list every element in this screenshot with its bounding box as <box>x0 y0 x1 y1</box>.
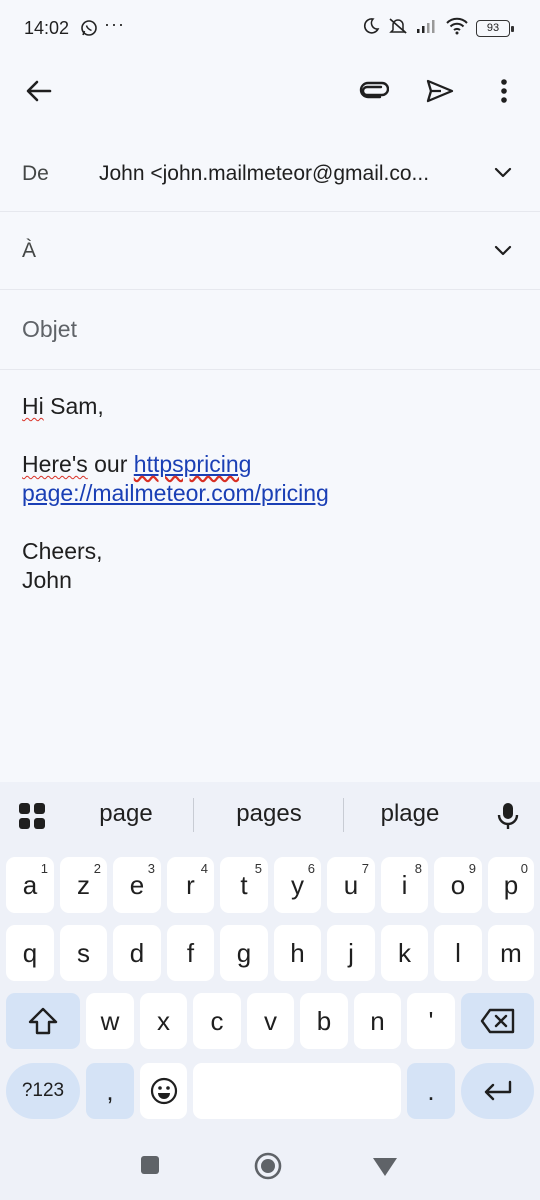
subject-placeholder: Objet <box>22 316 77 342</box>
battery-icon: 93 <box>476 20 514 37</box>
from-value[interactable]: John <john.mailmeteor@gmail.co... <box>99 162 451 186</box>
wifi-icon <box>446 17 468 40</box>
pricing-link[interactable]: httpspricing <box>134 451 252 477</box>
subject-field[interactable]: Objet <box>0 290 540 370</box>
space-key[interactable] <box>193 1063 401 1119</box>
shift-icon <box>28 1007 58 1035</box>
misspelled-word[interactable]: Here's <box>22 451 88 477</box>
send-button[interactable] <box>417 68 463 114</box>
key[interactable]: k <box>381 925 428 981</box>
key[interactable]: c <box>193 993 241 1049</box>
navigation-bar <box>0 1130 540 1200</box>
backspace-icon <box>480 1008 514 1034</box>
comma-key[interactable]: , <box>86 1063 134 1119</box>
send-icon <box>426 79 454 103</box>
suggestion-strip: page pages plage <box>0 782 540 848</box>
emoji-key[interactable] <box>140 1063 187 1119</box>
attach-button[interactable] <box>351 68 397 114</box>
key[interactable]: e3 <box>113 857 161 913</box>
shift-key[interactable] <box>6 993 80 1049</box>
key[interactable]: y6 <box>274 857 321 913</box>
key[interactable]: a1 <box>6 857 54 913</box>
chevron-down-icon[interactable] <box>492 240 514 262</box>
suggestion-item[interactable]: pages <box>214 800 324 828</box>
apps-grid-icon[interactable] <box>18 802 46 835</box>
keyboard: a1 z2 e3 r4 t5 y6 u7 i8 o9 p0 q s d f g … <box>0 848 540 1130</box>
key[interactable]: r4 <box>167 857 214 913</box>
period-key[interactable]: . <box>407 1063 455 1119</box>
more-vert-icon <box>501 79 507 103</box>
body-line-signature: John <box>22 567 72 593</box>
chevron-down-icon[interactable] <box>492 162 514 184</box>
compose-toolbar <box>0 58 540 124</box>
back-arrow-icon <box>26 80 52 102</box>
key[interactable]: w <box>86 993 134 1049</box>
home-icon[interactable] <box>254 1152 282 1185</box>
backspace-key[interactable] <box>461 993 534 1049</box>
signal-icon <box>416 19 438 38</box>
key[interactable]: z2 <box>60 857 107 913</box>
key[interactable]: d <box>113 925 161 981</box>
message-body[interactable]: Hi Sam, Here's our httpspricing page://m… <box>22 392 518 595</box>
key[interactable]: u7 <box>327 857 375 913</box>
key[interactable]: n <box>354 993 401 1049</box>
mic-icon[interactable] <box>496 801 520 836</box>
attach-icon <box>359 81 389 99</box>
misspelled-word[interactable]: Hi <box>22 393 44 419</box>
enter-icon <box>484 1080 511 1101</box>
suggestion-item[interactable]: plage <box>360 800 460 828</box>
moon-icon <box>362 17 380 40</box>
status-overflow: ··· <box>104 14 125 34</box>
mute-icon <box>388 17 408 40</box>
key[interactable]: o9 <box>434 857 482 913</box>
more-options-button[interactable] <box>481 68 527 114</box>
key[interactable]: x <box>140 993 187 1049</box>
suggestion-item[interactable]: page <box>76 800 176 828</box>
key[interactable]: f <box>167 925 214 981</box>
key[interactable]: m <box>488 925 534 981</box>
key[interactable]: t5 <box>220 857 268 913</box>
enter-key[interactable] <box>461 1063 534 1119</box>
emoji-icon <box>150 1077 177 1105</box>
recents-icon[interactable] <box>140 1155 160 1180</box>
key[interactable]: h <box>274 925 321 981</box>
key[interactable]: g <box>220 925 268 981</box>
key[interactable]: j <box>327 925 375 981</box>
key[interactable]: ' <box>407 993 455 1049</box>
body-line-link: Here's our httpspricing <box>22 451 252 477</box>
symbols-key[interactable]: ?123 <box>6 1063 80 1119</box>
key[interactable]: l <box>434 925 482 981</box>
back-button[interactable] <box>16 68 62 114</box>
from-label: De <box>22 162 49 185</box>
key[interactable]: s <box>60 925 107 981</box>
body-line-signoff: Cheers, <box>22 538 103 564</box>
status-time: 14:02 <box>24 18 70 38</box>
key[interactable]: i8 <box>381 857 428 913</box>
from-field[interactable]: De John <john.mailmeteor@gmail.co... <box>0 134 540 212</box>
key[interactable]: p0 <box>488 857 534 913</box>
whatsapp-icon <box>80 19 98 42</box>
pricing-link[interactable]: page://mailmeteor.com/pricing <box>22 480 329 506</box>
back-nav-icon[interactable] <box>372 1157 398 1182</box>
to-field[interactable]: À <box>0 212 540 290</box>
key[interactable]: v <box>247 993 294 1049</box>
key[interactable]: b <box>300 993 348 1049</box>
status-bar: 14:02 ··· 93 <box>0 0 540 58</box>
key[interactable]: q <box>6 925 54 981</box>
body-line-greeting: Hi Sam, <box>22 393 104 419</box>
to-label: À <box>22 239 37 262</box>
